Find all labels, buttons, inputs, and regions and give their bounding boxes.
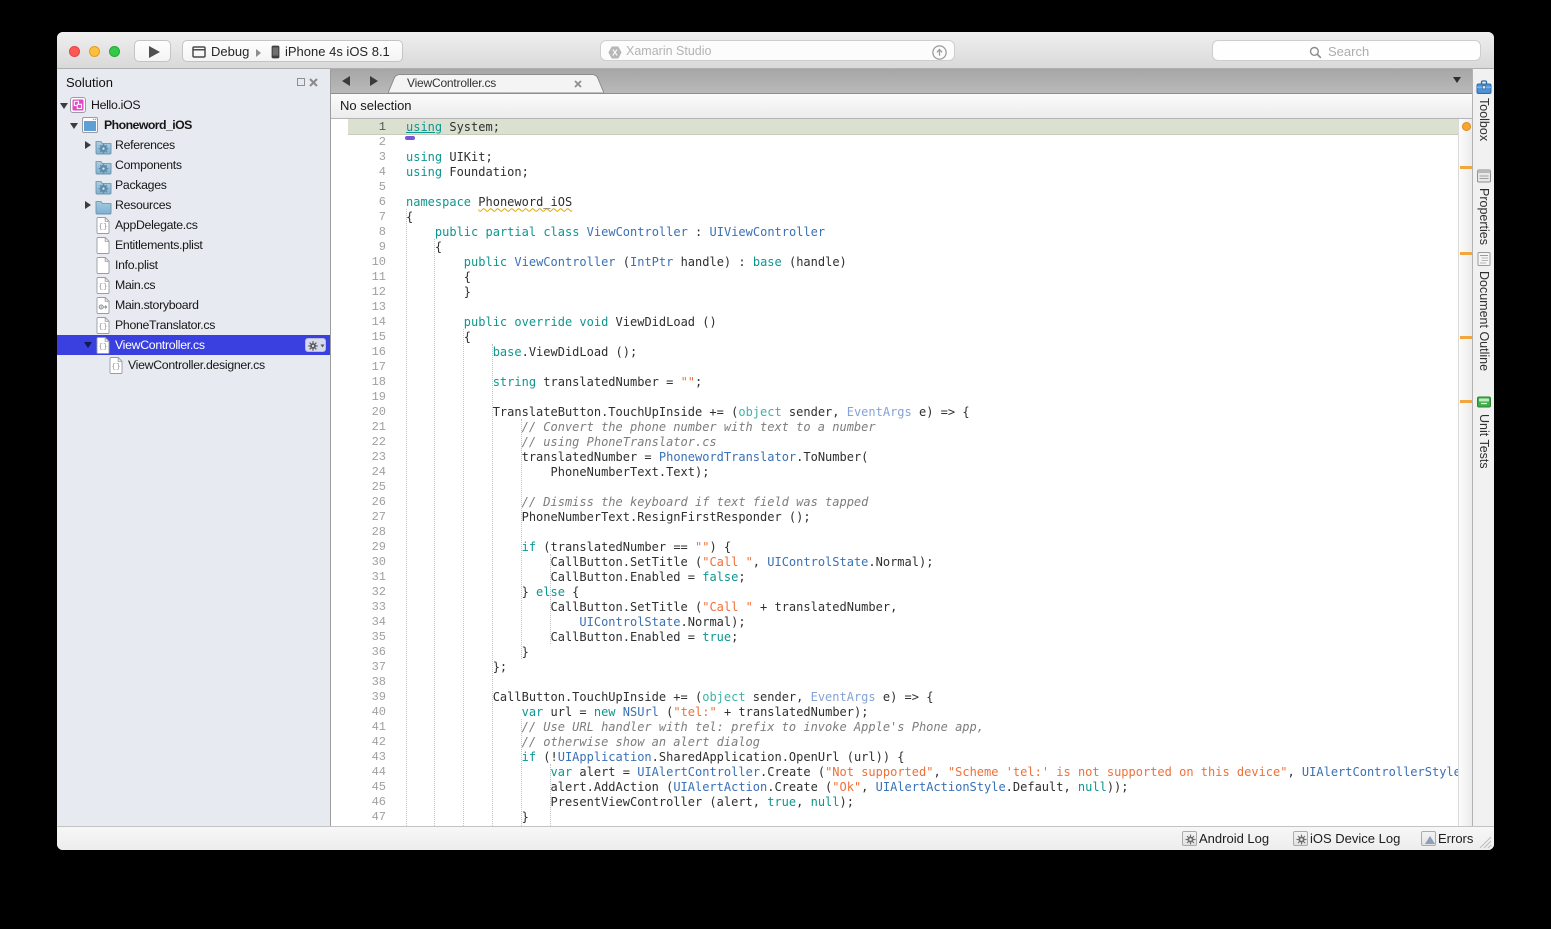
svg-text:{}: {}: [98, 344, 107, 352]
svg-text:{}: {}: [111, 364, 120, 372]
svg-text:X: X: [612, 47, 618, 57]
svg-text:{}: {}: [98, 224, 107, 232]
svg-text:{}: {}: [98, 324, 107, 332]
svg-text:{}: {}: [98, 284, 107, 292]
